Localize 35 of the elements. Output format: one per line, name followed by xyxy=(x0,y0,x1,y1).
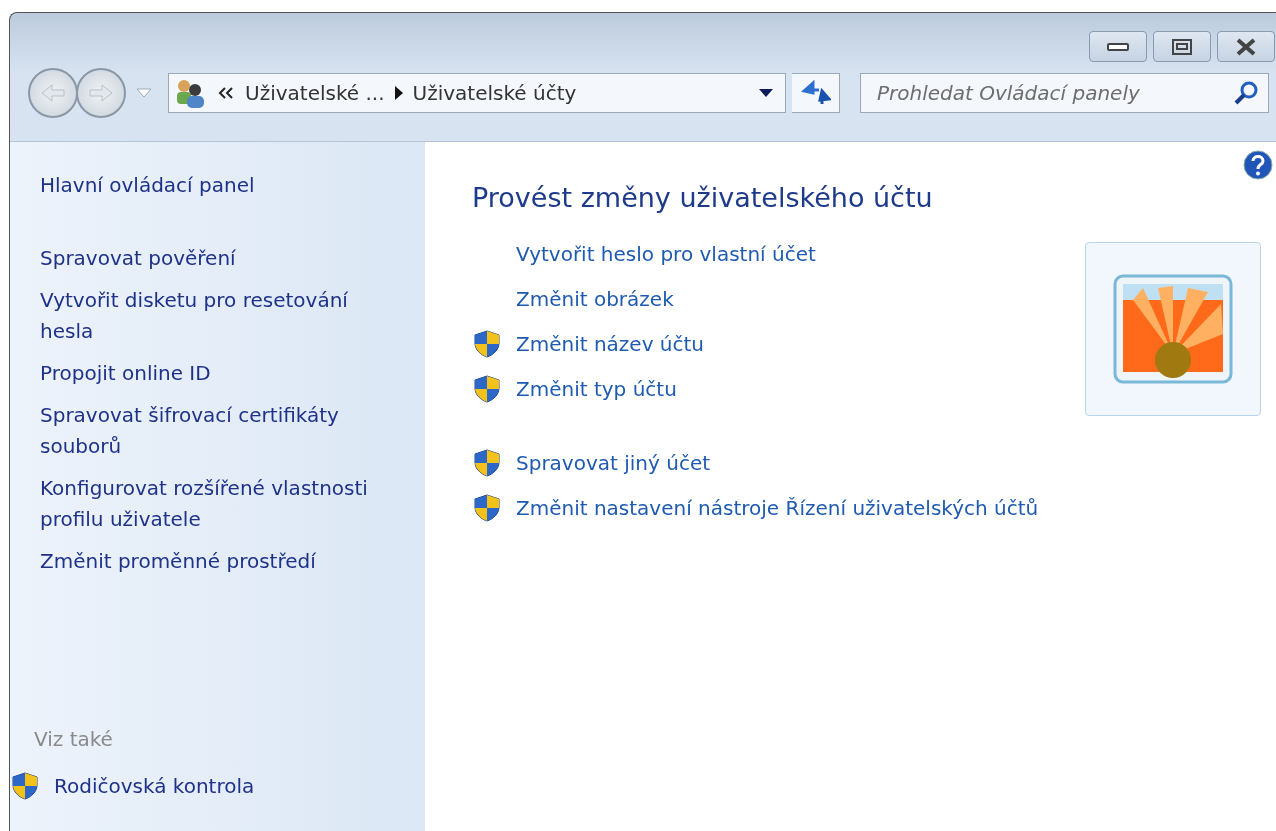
close-button[interactable] xyxy=(1217,31,1275,62)
task-link[interactable]: Změnit obrázek xyxy=(472,284,1039,314)
search-field[interactable]: Prohledat Ovládací panely xyxy=(860,73,1269,113)
sidebar-link[interactable]: Vytvořit disketu pro resetování hesla xyxy=(40,285,380,347)
close-icon xyxy=(1235,37,1257,56)
page-title: Provést změny uživatelského účtu xyxy=(472,182,934,213)
back-arrow-icon xyxy=(40,83,66,103)
arrow-icon xyxy=(394,86,403,100)
task-link[interactable]: Vytvořit heslo pro vlastní účet xyxy=(472,239,1039,269)
task-link[interactable]: Změnit typ účtu xyxy=(472,374,1039,404)
search-icon[interactable] xyxy=(1233,80,1259,106)
refresh-button[interactable] xyxy=(792,73,840,113)
forward-arrow-icon xyxy=(88,83,114,103)
minimize-icon xyxy=(1107,41,1129,52)
refresh-icon xyxy=(800,80,831,106)
task-link[interactable]: Spravovat jiný účet xyxy=(472,448,1039,478)
breadcrumb[interactable]: Uživatelské účty xyxy=(402,81,587,105)
task-link[interactable]: Změnit název účtu xyxy=(472,329,1039,359)
maximize-icon xyxy=(1172,38,1192,55)
minimize-button[interactable] xyxy=(1089,31,1147,62)
sidebar-link[interactable]: Změnit proměnné prostředí xyxy=(40,546,380,577)
sidebar-link[interactable]: Spravovat šifrovací certifikáty souborů xyxy=(40,400,380,462)
sidebar-link[interactable]: Spravovat pověření xyxy=(40,243,380,274)
maximize-button[interactable] xyxy=(1153,31,1211,62)
section-heading: Viz také xyxy=(34,727,114,751)
task-link[interactable]: Změnit nastavení nástroje Řízení uživatelských účtů xyxy=(472,493,1039,523)
address-bar[interactable]: Uživatelské ... Uživatelské účty xyxy=(168,73,786,113)
sidebar-link[interactable]: Propojit online ID xyxy=(40,358,380,389)
help-icon[interactable] xyxy=(1243,150,1273,180)
dropdown-icon[interactable] xyxy=(759,89,773,97)
sidebar-link[interactable]: Konfigurovat rozšířené vlastnosti profilu uživatele xyxy=(40,473,380,535)
chevrons-icon xyxy=(217,86,235,100)
breadcrumb[interactable]: Uživatelské ... xyxy=(235,81,395,105)
sidebar-link[interactable]: Rodičovská kontrola xyxy=(10,771,350,802)
sidebar-link[interactable]: Hlavní ovládací panel xyxy=(40,170,380,201)
